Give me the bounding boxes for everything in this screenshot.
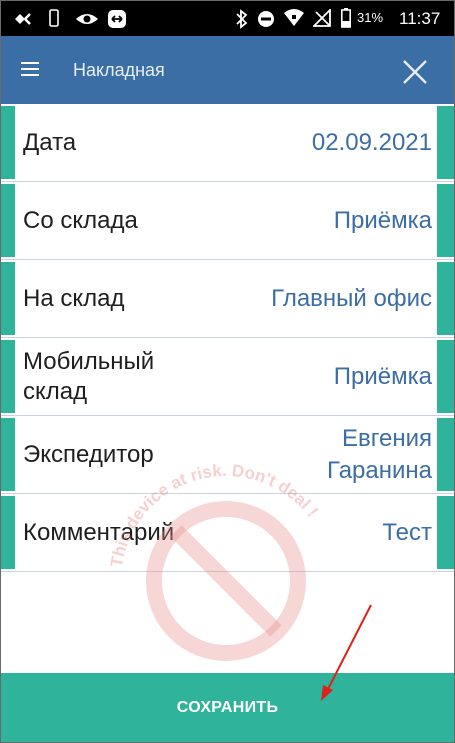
app-bar: Накладная bbox=[1, 36, 454, 104]
field-row-to-warehouse[interactable]: На склад Главный офис bbox=[1, 260, 454, 338]
row-accent-right bbox=[437, 496, 454, 569]
row-accent-left bbox=[1, 262, 15, 335]
field-row-from-warehouse[interactable]: Со склада Приёмка bbox=[1, 182, 454, 260]
remote-icon bbox=[108, 10, 126, 28]
field-label: Комментарий bbox=[23, 519, 175, 546]
field-label: Экспедитор bbox=[23, 441, 154, 468]
field-value[interactable]: Главный офис bbox=[202, 260, 432, 338]
invoice-fields: Дата 02.09.2021 Со склада Приёмка На скл… bbox=[1, 104, 454, 572]
row-accent-right bbox=[437, 106, 454, 179]
status-bar: 31% 11:37 bbox=[1, 1, 454, 36]
field-label: Со склада bbox=[23, 207, 138, 234]
save-button[interactable]: СОХРАНИТЬ bbox=[1, 673, 454, 742]
eye-icon bbox=[76, 14, 98, 24]
no-signal-icon bbox=[313, 9, 331, 27]
field-row-forwarder[interactable]: Экспедитор Евгения Гаранина bbox=[1, 416, 454, 494]
field-label: На склад bbox=[23, 285, 125, 312]
row-accent-left bbox=[1, 496, 15, 569]
field-value[interactable]: Евгения Гаранина bbox=[302, 416, 432, 494]
battery-percent: 31% bbox=[357, 10, 384, 25]
clock-time: 11:37 bbox=[399, 9, 441, 28]
field-label: Мобильный склад bbox=[23, 348, 155, 405]
row-accent-left bbox=[1, 184, 15, 257]
row-accent-right bbox=[437, 262, 454, 335]
row-accent-left bbox=[1, 418, 15, 491]
field-value[interactable]: Приёмка bbox=[202, 338, 432, 416]
row-accent-right bbox=[437, 418, 454, 491]
row-accent-left bbox=[1, 340, 15, 413]
row-accent-left bbox=[1, 106, 15, 179]
field-row-date[interactable]: Дата 02.09.2021 bbox=[1, 104, 454, 182]
do-not-disturb-icon bbox=[258, 11, 274, 27]
field-value[interactable]: Приёмка bbox=[202, 182, 432, 260]
field-label: Дата bbox=[23, 129, 77, 156]
bluetooth-icon bbox=[236, 9, 248, 29]
usb-debug-icon bbox=[15, 13, 31, 25]
field-row-comment[interactable]: Комментарий Тест bbox=[1, 494, 454, 572]
close-icon[interactable] bbox=[399, 56, 431, 88]
app-screen: 31% 11:37 Накладная Дата 02.09.2021 Со с… bbox=[0, 0, 455, 743]
battery-icon bbox=[341, 8, 351, 28]
field-value[interactable]: 02.09.2021 bbox=[202, 104, 432, 182]
field-value[interactable]: Тест bbox=[202, 494, 432, 572]
page-title: Накладная bbox=[73, 60, 165, 80]
hamburger-menu-icon[interactable] bbox=[21, 58, 47, 82]
row-accent-right bbox=[437, 184, 454, 257]
field-row-mobile-warehouse[interactable]: Мобильный склад Приёмка bbox=[1, 338, 454, 416]
save-button-label: СОХРАНИТЬ bbox=[176, 698, 279, 716]
phone-icon bbox=[49, 9, 59, 27]
wifi-icon bbox=[284, 9, 304, 26]
row-accent-right bbox=[437, 340, 454, 413]
